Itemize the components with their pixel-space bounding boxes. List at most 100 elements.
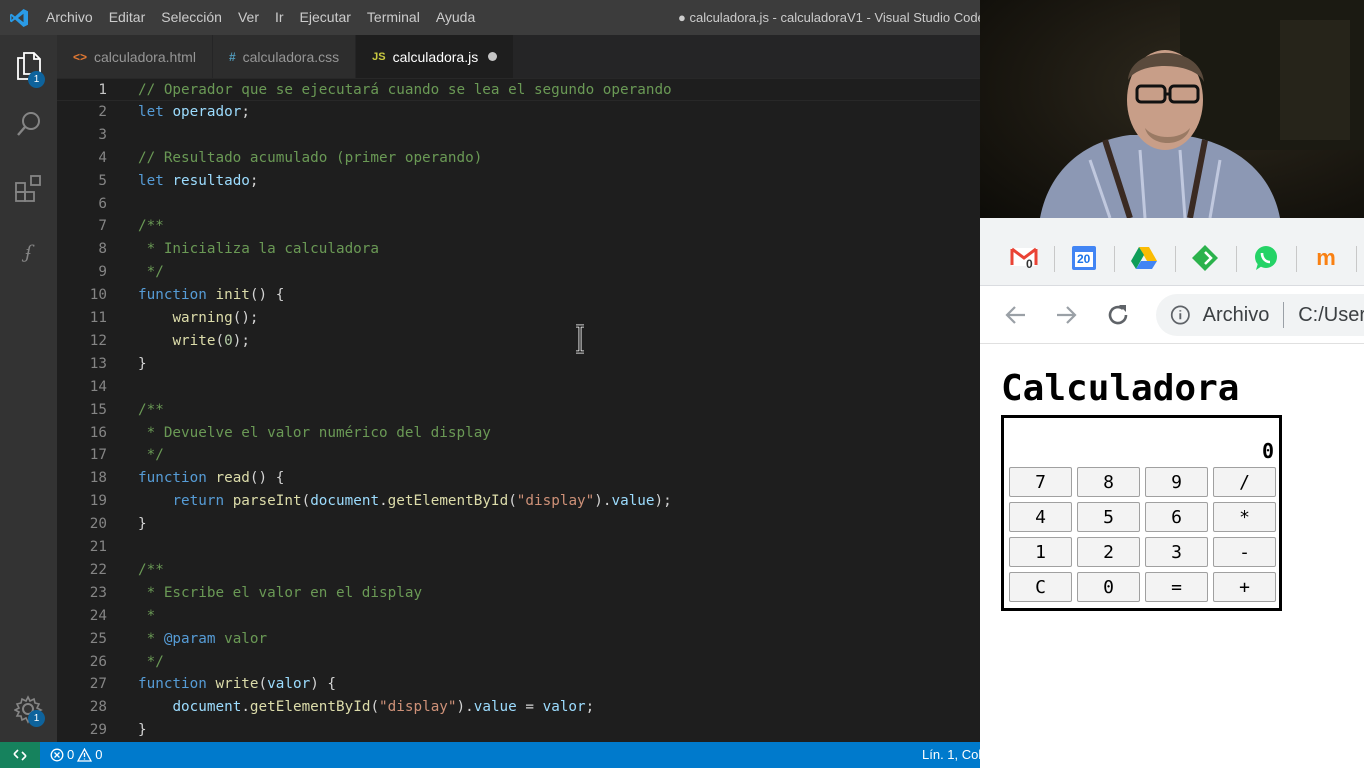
forward-arrow-icon (1057, 306, 1077, 324)
bookmark-google-drive[interactable] (1128, 242, 1160, 274)
code-line[interactable]: 21 (57, 536, 980, 559)
tab-calculadora-html[interactable]: <> calculadora.html (57, 35, 213, 78)
key-0[interactable]: 0 (1077, 572, 1140, 602)
problems-indicator[interactable]: 0 0 (50, 742, 102, 768)
back-button[interactable] (998, 298, 1034, 332)
code-line[interactable]: 6 (57, 193, 980, 216)
key-7[interactable]: 7 (1009, 467, 1072, 497)
code-line[interactable]: 25 * @param valor (57, 628, 980, 651)
code-line[interactable]: 16 * Devuelve el valor numérico del disp… (57, 422, 980, 445)
reload-icon (1108, 305, 1128, 325)
cursor-position[interactable]: Lín. 1, Col. 1 (922, 742, 980, 768)
line-number: 22 (89, 561, 107, 578)
key-2[interactable]: 2 (1077, 537, 1140, 567)
line-number: 28 (89, 699, 107, 716)
code-line[interactable]: 12 write(0); (57, 330, 980, 353)
manage-button[interactable]: 1 (0, 685, 57, 735)
code-line[interactable]: 11 warning(); (57, 307, 980, 330)
reload-button[interactable] (1100, 298, 1136, 332)
key-multiply[interactable]: * (1213, 502, 1276, 532)
key-4[interactable]: 4 (1009, 502, 1072, 532)
line-number: 27 (89, 676, 107, 693)
code-line[interactable]: 23 * Escribe el valor en el display (57, 582, 980, 605)
code-line[interactable]: 29} (57, 719, 980, 742)
key-3[interactable]: 3 (1145, 537, 1208, 567)
key-divide[interactable]: / (1213, 467, 1276, 497)
key-6[interactable]: 6 (1145, 502, 1208, 532)
code-line[interactable]: 26 */ (57, 651, 980, 674)
address-bar[interactable]: Archivo C:/Users (1156, 294, 1364, 336)
info-icon (1170, 305, 1190, 325)
code-line[interactable]: 10 function init() { (57, 284, 980, 307)
code-line[interactable]: 13} (57, 353, 980, 376)
remote-button[interactable] (0, 742, 40, 768)
menu-seleccion[interactable]: Selección (153, 0, 230, 35)
code-line[interactable]: 22 /** (57, 559, 980, 582)
bookmark-gmail[interactable]: 0 (1008, 242, 1040, 274)
code-line[interactable]: 28 document.getElementById("display").va… (57, 696, 980, 719)
menu-ejecutar[interactable]: Ejecutar (292, 0, 359, 35)
back-arrow-icon (1005, 306, 1025, 324)
tab-calculadora-js[interactable]: JS calculadora.js (356, 35, 515, 78)
code-line[interactable]: 19 return parseInt(document.getElementBy… (57, 490, 980, 513)
extensions-button[interactable] (0, 163, 57, 213)
code-line[interactable]: 3 (57, 124, 980, 147)
code-line[interactable]: 27 function write(valor) { (57, 673, 980, 696)
code-line[interactable]: 14 (57, 376, 980, 399)
menu-editar[interactable]: Editar (101, 0, 154, 35)
bookmark-feedly[interactable] (1189, 242, 1221, 274)
tab-label: calculadora.js (392, 48, 479, 65)
code-line[interactable]: 15 /** (57, 399, 980, 422)
key-subtract[interactable]: - (1213, 537, 1276, 567)
key-8[interactable]: 8 (1077, 467, 1140, 497)
code-line[interactable]: 24 * (57, 605, 980, 628)
menu-ir[interactable]: Ir (267, 0, 292, 35)
code-line[interactable]: 8 * Inicializa la calculadora (57, 238, 980, 261)
code-line[interactable]: 17 */ (57, 444, 980, 467)
unsaved-dot-icon[interactable] (488, 52, 498, 61)
line-number: 12 (89, 332, 107, 349)
bookmark-separator (1296, 246, 1297, 272)
menu-ver[interactable]: Ver (230, 0, 267, 35)
forward-button[interactable] (1048, 298, 1084, 332)
key-1[interactable]: 1 (1009, 537, 1072, 567)
menu-ayuda[interactable]: Ayuda (428, 0, 483, 35)
line-number: 7 (98, 218, 107, 235)
code-line[interactable]: 2 let operador; (57, 101, 980, 124)
tab-calculadora-css[interactable]: # calculadora.css (212, 35, 357, 78)
search-button[interactable] (0, 99, 57, 149)
key-equals[interactable]: = (1145, 572, 1208, 602)
explorer-button[interactable]: 1 (0, 41, 57, 91)
presenter-figure (1040, 0, 1364, 218)
code-line[interactable]: 9 */ (57, 261, 980, 284)
key-5[interactable]: 5 (1077, 502, 1140, 532)
calculator-display[interactable]: 0 (1008, 422, 1276, 464)
code-line[interactable]: 18 function read() { (57, 467, 980, 490)
code-text: } (138, 722, 147, 739)
settings-badge: 1 (28, 710, 45, 727)
search-icon (16, 112, 40, 136)
menu-terminal[interactable]: Terminal (359, 0, 428, 35)
line-number: 2 (98, 103, 107, 120)
key-add[interactable]: + (1213, 572, 1276, 602)
sequence-diagram-button[interactable]: ʄ (0, 227, 57, 277)
code-editor[interactable]: 1 // Operador que se ejecutará cuando se … (57, 78, 980, 742)
code-line[interactable]: 1 // Operador que se ejecutará cuando se … (57, 78, 980, 101)
address-scheme: Archivo (1202, 303, 1270, 326)
code-line[interactable]: 20} (57, 513, 980, 536)
key-clear[interactable]: C (1009, 572, 1072, 602)
code-line[interactable]: 5 let resultado; (57, 170, 980, 193)
line-number: 13 (89, 355, 107, 372)
line-number: 11 (89, 310, 107, 326)
bookmark-moodle[interactable]: m (1310, 242, 1342, 274)
key-9[interactable]: 9 (1145, 467, 1208, 497)
bookmark-whatsapp[interactable] (1250, 242, 1282, 274)
code-line[interactable]: 7 /** (57, 215, 980, 238)
code-text: * @param valor (138, 630, 268, 647)
menu-archivo[interactable]: Archivo (38, 0, 101, 35)
line-number: 19 (89, 493, 107, 510)
code-text: document.getElementById("display").value… (172, 699, 595, 716)
code-text: return parseInt(document.getElementById(… (172, 493, 672, 510)
code-line[interactable]: 4 // Resultado acumulado (primer operando… (57, 147, 980, 170)
bookmark-calendar[interactable]: 20 (1068, 242, 1100, 274)
